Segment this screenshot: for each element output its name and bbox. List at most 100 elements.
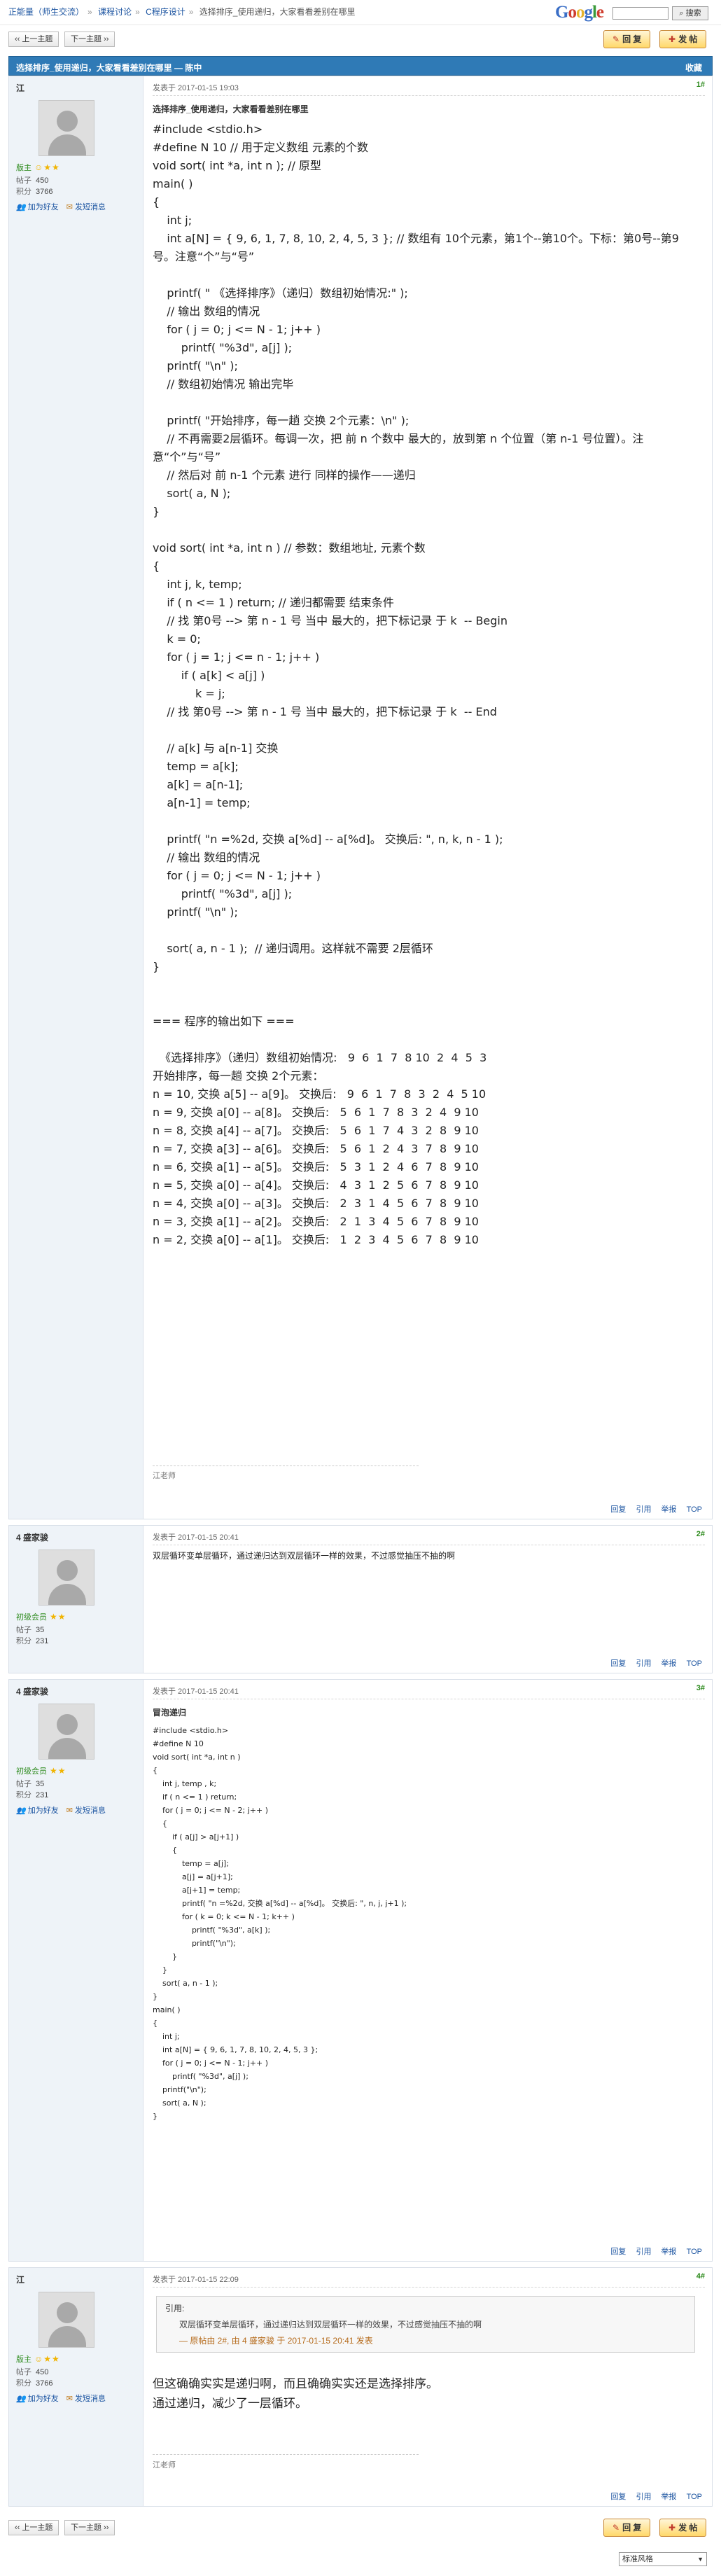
author-level: 版主 ☺★★	[16, 162, 60, 173]
message-icon: ✉	[66, 203, 73, 211]
level-label: 版主	[16, 164, 31, 172]
author-name[interactable]: 江	[16, 2274, 24, 2285]
content-line: printf( "n =%2d, 交换 a[%d] -- a[%d]。 交换后:…	[153, 1899, 407, 1908]
post-report-link[interactable]: 举报	[662, 1659, 677, 1668]
points-key: 积分	[16, 188, 31, 196]
author-name[interactable]: 4 盛家骏	[16, 1531, 48, 1543]
post-floor[interactable]: 3#	[696, 1684, 705, 1692]
content-line	[153, 521, 699, 539]
content-line: int j;	[153, 214, 192, 227]
post-2: 4 盛家骏 初级会员 ★★ 帖子 35 积分 231 发表于 2017-01-15 2…	[8, 1525, 713, 1673]
new-post-label: 发 帖	[678, 2523, 698, 2533]
content-line: a[n-1] = temp;	[153, 796, 251, 809]
post-report-link[interactable]: 举报	[662, 2493, 677, 2501]
breadcrumb-board[interactable]: C程序设计	[146, 7, 186, 17]
avatar	[38, 1704, 94, 1760]
content-line: #define N 10 // 用于定义数组 元素的个数	[153, 141, 369, 154]
post-top-link[interactable]: TOP	[687, 2493, 702, 2501]
prev-thread-button[interactable]: ‹‹ 上一主题	[8, 32, 59, 47]
content-line: }	[153, 1965, 167, 1975]
post-quote-link[interactable]: 引用	[636, 1659, 651, 1668]
post-top-link[interactable]: TOP	[687, 2248, 702, 2256]
add-friend-link[interactable]: 👥 加为好友	[16, 2395, 59, 2403]
send-message-link[interactable]: ✉ 发短消息	[66, 1806, 106, 1815]
content-line: if ( a[k] < a[j] )	[153, 669, 265, 682]
next-thread-button[interactable]: 下一主题 ››	[64, 32, 115, 47]
post-top-link[interactable]: TOP	[687, 1505, 702, 1514]
author-name[interactable]: 4 盛家骏	[16, 1685, 48, 1697]
google-search-button[interactable]: ⌕ 搜索	[672, 6, 708, 20]
new-post-button[interactable]: ✚ 发 帖	[659, 2519, 707, 2537]
post-floor[interactable]: 2#	[696, 1530, 705, 1538]
prev-arrow-icon: ‹‹	[15, 2523, 20, 2532]
content-line	[153, 394, 699, 412]
pager-bottom: ‹‹ 上一主题 下一主题 ›› ✎ 回 复 ✚ 发 帖	[0, 2514, 721, 2540]
points-value: 231	[36, 1637, 49, 1645]
points-value: 3766	[36, 188, 53, 196]
rank-stars-icon: ★★	[50, 1612, 66, 1622]
post-quote-link[interactable]: 引用	[636, 2248, 651, 2256]
breadcrumb-category[interactable]: 课程讨论	[98, 7, 132, 17]
post-reply-link[interactable]: 回复	[610, 2248, 626, 2256]
content-line: 开始排序，每一趟 交换 2个元素：	[153, 1069, 324, 1082]
post-actions: 回复 引用 举报 TOP	[603, 1657, 702, 1669]
add-friend-link[interactable]: 👥 加为好友	[16, 203, 59, 211]
content-line: n = 2, 交换 a[0] -- a[1]。 交换后: 1 2 3 4 5 6…	[153, 1233, 479, 1246]
quote-source-link[interactable]: — 原帖由 2#, 由 4 盛家骏 于 2017-01-15 20:41 发表	[165, 2334, 686, 2346]
content-line: if ( n <= 1 ) return;	[153, 1792, 237, 1802]
post-time: 发表于 2017-01-15 20:41	[153, 1687, 239, 1696]
content-line: printf( "\n" );	[153, 905, 238, 919]
google-search-input[interactable]	[612, 7, 668, 20]
author-posts: 帖子 450	[16, 174, 48, 186]
post-body: 双层循环变单层循环，通过递归达到双层循环一样的效果，不过感觉抽压不抽的啊	[153, 1550, 699, 1563]
next-thread-button[interactable]: 下一主题 ››	[64, 2520, 115, 2535]
message-icon: ✉	[66, 1806, 73, 1815]
signature: 江老师	[153, 2461, 176, 2470]
content-line: printf("\n");	[153, 2085, 206, 2094]
content-line: temp = a[k];	[153, 760, 239, 773]
author-name[interactable]: 江	[16, 82, 24, 94]
content-line: }	[153, 1992, 158, 2001]
send-message-link[interactable]: ✉ 发短消息	[66, 203, 106, 211]
post-quote-link[interactable]: 引用	[636, 2493, 651, 2501]
post-title: 选择排序_使用递归，大家看看差别在哪里	[153, 104, 309, 114]
post-reply-link[interactable]: 回复	[610, 2493, 626, 2501]
author-posts: 帖子 450	[16, 2366, 48, 2377]
content-line: if ( a[j] > a[j+1] )	[153, 1832, 239, 1842]
post-reply-link[interactable]: 回复	[610, 1659, 626, 1668]
post-floor[interactable]: 1#	[696, 81, 705, 89]
content-line: 通过递归，减少了一层循环。	[153, 2397, 307, 2411]
content-line: {	[153, 2019, 158, 2028]
content-line: 但这确确实实是递归啊，而且确确实实还是选择排序。	[153, 2377, 438, 2391]
content-line: #define N 10	[153, 1739, 204, 1748]
add-friend-label: 加为好友	[27, 203, 59, 211]
post-floor[interactable]: 4#	[696, 2272, 705, 2281]
breadcrumb-forum[interactable]: 正能量（师生交流）	[8, 7, 84, 17]
content-line: n = 3, 交换 a[1] -- a[2]。 交换后: 2 1 3 4 5 6…	[153, 1215, 479, 1228]
content-line	[153, 812, 699, 830]
post-reply-link[interactable]: 回复	[610, 1505, 626, 1514]
post-top-link[interactable]: TOP	[687, 1659, 702, 1668]
breadcrumb-current: 选择排序_使用递归，大家看看差别在哪里	[199, 7, 356, 17]
content-line: sort( a, n - 1 );	[153, 1979, 218, 1988]
style-select[interactable]: 标准风格 ▼	[619, 2552, 707, 2566]
next-thread-label: 下一主题	[71, 2523, 102, 2532]
prev-thread-button[interactable]: ‹‹ 上一主题	[8, 2520, 59, 2535]
send-message-link[interactable]: ✉ 发短消息	[66, 2395, 106, 2403]
post-actions: 回复 引用 举报 TOP	[603, 2491, 702, 2502]
favorite-link[interactable]: 收藏	[685, 62, 702, 74]
reply-button[interactable]: ✎ 回 复	[603, 2519, 651, 2537]
new-post-button[interactable]: ✚ 发 帖	[659, 30, 707, 48]
reply-button[interactable]: ✎ 回 复	[603, 30, 651, 48]
post-header: 发表于 2017-01-15 20:41 3#	[153, 1680, 705, 1699]
content-line: int j, k, temp;	[153, 578, 242, 591]
post-report-link[interactable]: 举报	[662, 2248, 677, 2256]
signature-divider	[153, 2454, 419, 2455]
add-friend-link[interactable]: 👥 加为好友	[16, 1806, 59, 1815]
post-content: 但这确确实实是递归啊，而且确确实实还是选择排序。 通过递归，减少了一层循环。	[153, 2374, 699, 2414]
post-quote-link[interactable]: 引用	[636, 1505, 651, 1514]
post-report-link[interactable]: 举报	[662, 1505, 677, 1514]
content-line: void sort( int *a, int n ) // 参数：数组地址, 元…	[153, 541, 426, 555]
chevron-down-icon: ▼	[697, 2556, 704, 2563]
pager-top: ‹‹ 上一主题 下一主题 ›› ✎ 回 复 ✚ 发 帖	[0, 25, 721, 52]
